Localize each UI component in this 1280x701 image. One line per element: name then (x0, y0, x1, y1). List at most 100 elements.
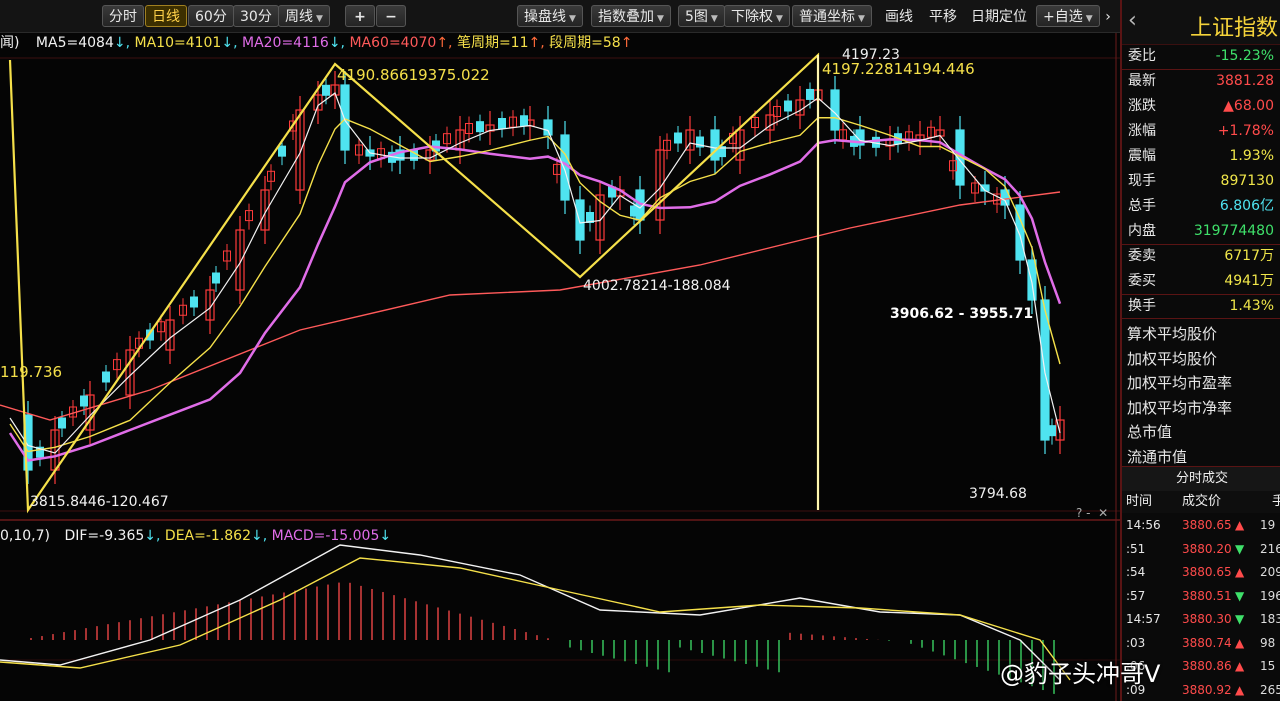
dif-arrow: ↓, (144, 528, 161, 544)
candle-body (190, 296, 198, 308)
quote-value: +1.78% (1217, 123, 1274, 139)
menu-item[interactable]: 加权平均市净率 (1127, 397, 1232, 418)
ex-rights-button[interactable]: 下除权 ▼ (724, 5, 790, 27)
quote-value: 3881.28 (1216, 73, 1274, 89)
quote-row: 内盘 319774480 (1122, 219, 1280, 244)
quote-label: 最新 (1128, 73, 1156, 89)
ma5-value: MA5=4084 (35, 35, 114, 51)
ex-rights-label: 下除权 (731, 9, 773, 25)
candle-body (278, 145, 286, 157)
dea-arrow: ↓, (251, 528, 268, 544)
trade-price: 3880.20 (1182, 541, 1232, 556)
chevron-down-icon: ▼ (316, 14, 323, 24)
quote-label: 现手 (1128, 173, 1156, 189)
ma60-value: MA60=4070 (349, 35, 437, 51)
five-charts-button[interactable]: 5图 ▼ (678, 5, 725, 27)
kline-chart[interactable] (0, 0, 1120, 701)
trade-price: 3880.51 (1182, 588, 1232, 603)
macd-value: MACD=-15.005 (271, 528, 380, 544)
zoom-in-button[interactable]: + (345, 5, 375, 27)
quote-label: 委比 (1128, 48, 1156, 64)
ma20-line (8, 138, 1062, 462)
back-icon[interactable]: ‹ (1128, 8, 1137, 33)
trade-price: 3880.92 (1182, 682, 1232, 697)
trade-direction-icon: ▼ (1235, 612, 1245, 626)
op-line-button[interactable]: 操盘线 ▼ (517, 5, 583, 27)
menu-item[interactable]: 算术平均股价 (1127, 323, 1217, 344)
quote-value: 897130 (1220, 173, 1274, 189)
quote-row: 委比 -15.23% (1122, 44, 1280, 69)
period-weekly-button[interactable]: 周线 ▼ (278, 5, 330, 27)
menu-item[interactable]: 加权平均市盈率 (1127, 372, 1232, 393)
divider (1122, 244, 1280, 245)
candle-body (102, 371, 110, 383)
quote-value: -15.23% (1215, 48, 1274, 64)
quote-value: ▲68.00 (1223, 98, 1274, 114)
quote-header: ‹ 上证指数 (1122, 0, 1280, 45)
macd-window-controls[interactable]: ? - ✕ (1076, 506, 1108, 520)
toolbar: 分时 日线 60分 30分 周线 ▼ + − 操盘线 ▼ 指数叠加 ▼ 5图 ▼ 下除权… (0, 0, 1120, 33)
divider (1122, 69, 1280, 70)
trade-price: 3880.74 (1182, 635, 1232, 650)
trade-time: :54 (1126, 565, 1146, 579)
candle-body (575, 199, 585, 241)
quote-label: 涨跌 (1128, 98, 1156, 114)
trades-title: 分时成交 (1122, 466, 1280, 491)
col-vol: 手 (1272, 494, 1280, 509)
trade-row: :57 3880.51 ▼ 196 (1122, 584, 1280, 608)
trade-volume: 15 (1260, 659, 1276, 673)
bi-arrow: ↑, (528, 35, 545, 51)
period-daily-button[interactable]: 日线 (145, 5, 187, 27)
trade-row: 14:56 3880.65 ▲ 19 (1122, 513, 1280, 537)
watchlist-button[interactable]: +自选 ▼ (1036, 5, 1100, 27)
period-60min-button[interactable]: 60分 (188, 5, 234, 27)
index-overlay-button[interactable]: 指数叠加 ▼ (591, 5, 671, 27)
candle-body (1048, 425, 1056, 437)
pan-button[interactable]: 平移 (922, 5, 964, 27)
candle-body (80, 395, 88, 407)
quote-panel: ‹ 上证指数 委比 -15.23% 最新 3881.28 涨跌 ▲68.00 涨幅 +1.78… (1120, 0, 1280, 701)
chevron-down-icon: ▼ (569, 14, 576, 24)
quote-value: 1.93% (1229, 148, 1274, 164)
annotation-trough-1: 4002.78214-188.084 (583, 278, 731, 294)
date-locate-button[interactable]: 日期定位 (964, 5, 1034, 27)
zoom-out-button[interactable]: − (376, 5, 406, 27)
watchlist-label: +自选 (1043, 9, 1083, 25)
op-line-label: 操盘线 (524, 9, 566, 25)
quote-value: 319774480 (1193, 223, 1274, 239)
more-button[interactable]: › (1098, 5, 1118, 27)
trade-price: 3880.86 (1182, 659, 1232, 673)
candle-body (784, 100, 792, 112)
trade-direction-icon: ▼ (1235, 541, 1245, 556)
ma-prefix: 闻) (0, 35, 20, 51)
period-fenshi-button[interactable]: 分时 (102, 5, 144, 27)
col-price: 成交价 (1182, 494, 1222, 509)
trade-time: :03 (1126, 635, 1146, 650)
menu-item[interactable]: 加权平均股价 (1127, 348, 1217, 369)
candle-body (543, 119, 553, 136)
period-30min-button[interactable]: 30分 (233, 5, 279, 27)
trade-time: :57 (1126, 588, 1146, 603)
trade-price: 3880.30 (1182, 612, 1232, 626)
axis-mode-button[interactable]: 普通坐标 ▼ (792, 5, 872, 27)
duan-period: 段周期=58 (549, 35, 621, 51)
menu-item[interactable]: 总市值 (1127, 421, 1172, 442)
trade-volume: 183 (1260, 612, 1280, 626)
weekly-label: 周线 (285, 9, 313, 25)
ma5-line (9, 92, 1061, 454)
trade-volume: 98 (1260, 635, 1276, 650)
macd-header: 0,10,7) DIF=-9.365↓, DEA=-1.862↓, MACD=-… (0, 526, 391, 546)
quote-value: 1.43% (1229, 298, 1274, 314)
ma5-arrow: ↓, (113, 35, 131, 51)
quote-row: 换手 1.43% (1122, 294, 1280, 319)
menu-item[interactable]: 流通市值 (1127, 446, 1187, 467)
candle-body (58, 417, 66, 429)
quote-row: 涨幅 +1.78% (1122, 119, 1280, 144)
ma20-value: MA20=4116 (241, 35, 329, 51)
draw-line-button[interactable]: 画线 (878, 5, 920, 27)
quote-label: 震幅 (1128, 148, 1156, 164)
quote-value: 6717万 (1224, 248, 1274, 264)
trade-direction-icon: ▲ (1235, 659, 1245, 673)
dif-value: DIF=-9.365 (64, 528, 145, 544)
chart-area[interactable]: 4190.86619375.022 4197.23 4197.22814194.… (0, 0, 1120, 701)
